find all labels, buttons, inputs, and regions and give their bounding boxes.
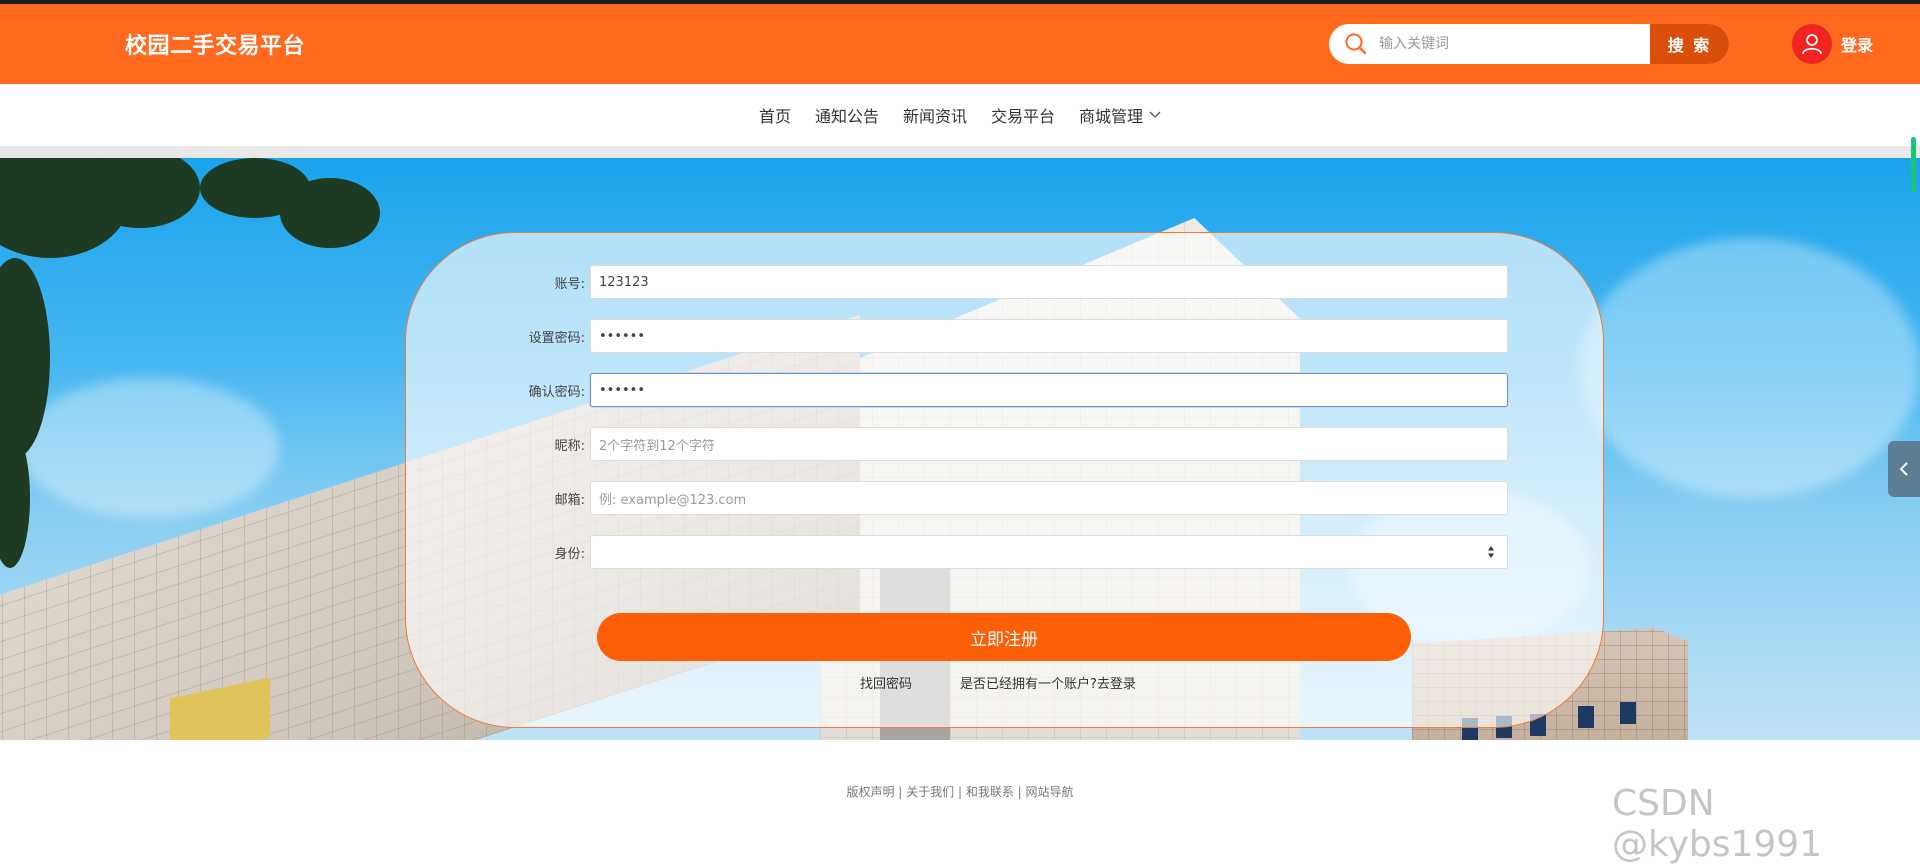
confirm-password-input[interactable]: •••••• [590, 373, 1508, 407]
password-input[interactable]: •••••• [590, 319, 1508, 353]
main-nav: 首页 通知公告 新闻资讯 交易平台 商城管理 [0, 84, 1920, 146]
password-label: 设置密码: [528, 330, 585, 346]
form-row-identity: 身份: [406, 535, 1603, 569]
search-input[interactable] [1377, 25, 1637, 63]
chevron-left-icon [1899, 462, 1908, 476]
nickname-label: 昵称: [554, 438, 585, 454]
email-label: 邮箱: [554, 492, 585, 508]
register-button[interactable]: 立即注册 [597, 613, 1411, 661]
identity-select[interactable] [590, 535, 1508, 569]
nickname-placeholder: 2个字符到12个字符 [599, 438, 715, 454]
nickname-input[interactable]: 2个字符到12个字符 [590, 427, 1508, 461]
login-link[interactable]: 登录 [1841, 32, 1873, 56]
search-box: 搜 索 [1329, 24, 1729, 64]
search-button[interactable]: 搜 索 [1650, 24, 1729, 64]
avatar[interactable] [1792, 24, 1832, 64]
identity-label: 身份: [554, 546, 585, 562]
building-window [1620, 702, 1636, 724]
confirm-password-label: 确认密码: [528, 384, 585, 400]
form-row-email: 邮箱: 例: example@123.com [406, 481, 1603, 515]
search-icon [1345, 33, 1367, 55]
cloud [20, 378, 280, 518]
nav-label: 交易平台 [991, 107, 1056, 126]
select-arrows-icon [1488, 546, 1494, 558]
nav-label: 商城管理 [1079, 107, 1144, 126]
nav-item-mall[interactable]: 商城管理 [1079, 103, 1161, 127]
user-icon [1802, 34, 1822, 55]
form-row-account: 账号: 123123 [406, 265, 1603, 299]
header-bar: 校园二手交易平台 搜 索 登录 [0, 4, 1920, 84]
forgot-password-link[interactable]: 找回密码 [860, 673, 912, 692]
tree-foliage [280, 178, 380, 248]
nav-item-notices[interactable]: 通知公告 [815, 103, 879, 127]
form-row-confirm-password: 确认密码: •••••• [406, 373, 1603, 407]
nav-item-trade[interactable]: 交易平台 [991, 103, 1055, 127]
nav-divider [0, 146, 1920, 158]
nav-item-home[interactable]: 首页 [759, 103, 791, 127]
watermark: CSDN @kybs1991 [1612, 783, 1823, 865]
register-form-card: 账号: 123123 设置密码: •••••• 确认密码: •••••• 昵称:… [405, 232, 1604, 728]
nav-label: 新闻资讯 [902, 107, 967, 126]
scrollbar-thumb[interactable] [1911, 137, 1916, 193]
login-area[interactable]: 登录 [1792, 24, 1873, 64]
site-brand[interactable]: 校园二手交易平台 [125, 28, 305, 60]
account-input[interactable]: 123123 [590, 265, 1508, 299]
email-input[interactable]: 例: example@123.com [590, 481, 1508, 515]
chevron-down-icon [1149, 111, 1161, 118]
nav-label: 通知公告 [814, 107, 879, 126]
cloud [1580, 238, 1920, 498]
form-row-password: 设置密码: •••••• [406, 319, 1603, 353]
account-label: 账号: [554, 276, 585, 292]
form-row-nickname: 昵称: 2个字符到12个字符 [406, 427, 1603, 461]
nav-label: 首页 [758, 107, 791, 126]
go-login-link[interactable]: 是否已经拥有一个账户?去登录 [960, 673, 1136, 692]
building-window [1578, 706, 1594, 728]
email-placeholder: 例: example@123.com [599, 492, 747, 508]
form-links: 找回密码 是否已经拥有一个账户?去登录 [406, 673, 1603, 693]
nav-item-news[interactable]: 新闻资讯 [903, 103, 967, 127]
side-panel-toggle[interactable] [1888, 441, 1920, 497]
hero-banner: 账号: 123123 设置密码: •••••• 确认密码: •••••• 昵称:… [0, 158, 1920, 740]
